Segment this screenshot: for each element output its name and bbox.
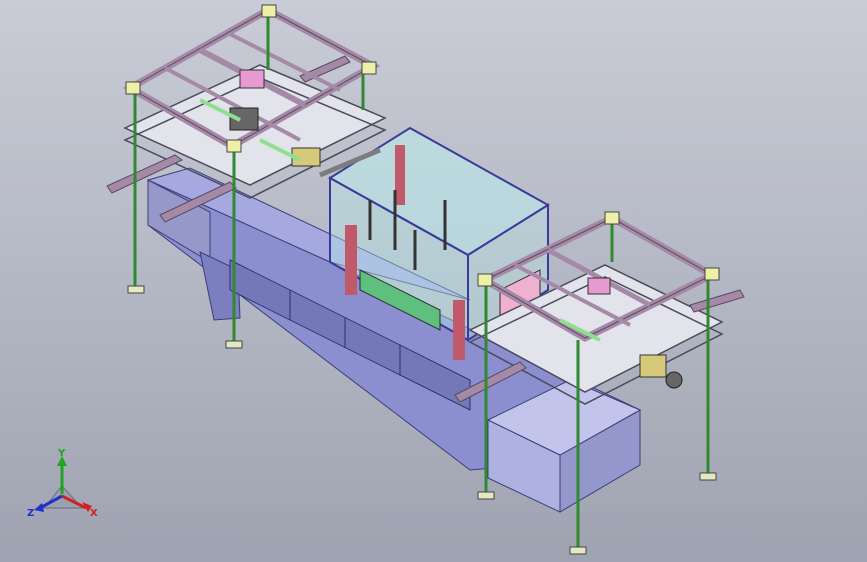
z-axis-label: Z bbox=[27, 508, 34, 519]
assembly-model[interactable] bbox=[0, 0, 867, 562]
x-axis-label: X bbox=[90, 508, 98, 519]
graphics-viewport[interactable]: Y X Z bbox=[0, 0, 867, 562]
z-axis-arrow bbox=[34, 503, 44, 512]
y-axis-label: Y bbox=[57, 448, 66, 459]
coordinate-triad: Y X Z bbox=[27, 448, 98, 519]
